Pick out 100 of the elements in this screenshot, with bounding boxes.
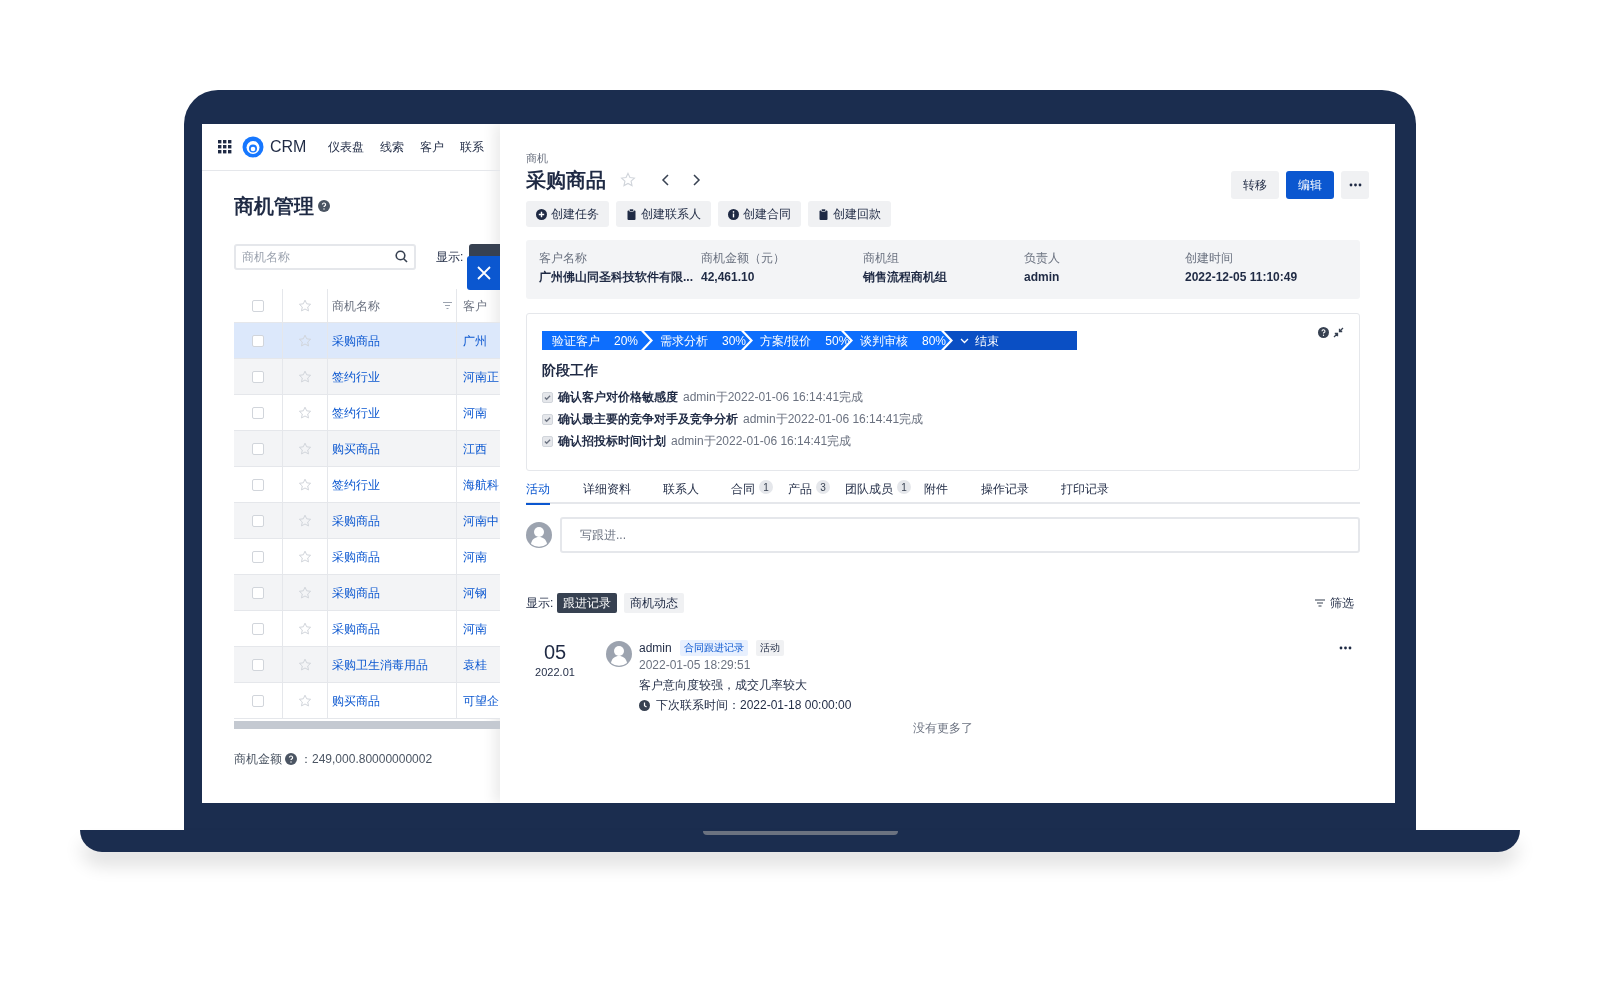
feed-toggle[interactable]: 商机动态 xyxy=(624,593,685,613)
row-checkbox[interactable] xyxy=(252,622,264,635)
more-icon xyxy=(1339,646,1352,650)
row-checkbox[interactable] xyxy=(252,478,264,491)
star-icon[interactable] xyxy=(620,172,636,188)
table-row[interactable]: 采购商品 河钢 xyxy=(234,575,500,611)
opportunity-link[interactable]: 购买商品 xyxy=(332,439,380,458)
check-icon xyxy=(544,393,551,401)
customer-link[interactable]: 可望企 xyxy=(463,691,499,710)
table-row[interactable]: 签约行业 河南正 xyxy=(234,359,500,395)
table-row[interactable]: 采购卫生消毒用品 袁桂 xyxy=(234,647,500,683)
table-row[interactable]: 签约行业 河南 xyxy=(234,395,500,431)
tab[interactable]: 打印记录 xyxy=(1061,480,1141,504)
star-icon[interactable] xyxy=(298,441,312,456)
tab[interactable]: 详细资料 xyxy=(583,480,663,504)
customer-link[interactable]: 广州 xyxy=(463,331,487,350)
opportunity-link[interactable]: 购买商品 xyxy=(332,691,380,710)
tab[interactable]: 产品 3 xyxy=(788,480,845,504)
customer-link[interactable]: 江西 xyxy=(463,439,487,458)
star-icon[interactable] xyxy=(298,405,312,420)
row-checkbox[interactable] xyxy=(252,658,264,671)
row-checkbox[interactable] xyxy=(252,694,264,707)
action-button[interactable]: 创建回款 xyxy=(808,201,891,227)
search-field[interactable]: 商机名称 xyxy=(234,244,416,270)
task-checkbox[interactable] xyxy=(542,435,553,447)
star-icon[interactable] xyxy=(298,333,312,348)
opportunity-link[interactable]: 采购商品 xyxy=(332,511,380,530)
tab[interactable]: 团队成员 1 xyxy=(845,480,924,504)
table-row[interactable]: 采购商品 河南中 xyxy=(234,503,500,539)
tab[interactable]: 活动 xyxy=(526,480,583,504)
more-button[interactable] xyxy=(1339,646,1352,650)
row-checkbox[interactable] xyxy=(252,334,264,347)
transfer-button[interactable]: 转移 xyxy=(1231,171,1279,199)
stage-step[interactable]: 验证客户 20% xyxy=(542,331,650,350)
select-all-checkbox[interactable] xyxy=(252,299,264,312)
table-row[interactable]: 采购商品 河南 xyxy=(234,539,500,575)
row-checkbox[interactable] xyxy=(252,514,264,527)
star-icon[interactable] xyxy=(298,477,312,492)
star-icon[interactable] xyxy=(298,693,312,708)
opportunity-link[interactable]: 签约行业 xyxy=(332,403,380,422)
nav-link[interactable]: 仪表盘 xyxy=(328,138,365,156)
opportunity-link[interactable]: 采购卫生消毒用品 xyxy=(332,655,428,674)
table-row[interactable]: 购买商品 江西 xyxy=(234,431,500,467)
entry-time: 2022-01-05 18:29:51 xyxy=(639,657,752,673)
star-icon[interactable] xyxy=(298,549,312,564)
tab[interactable]: 操作记录 xyxy=(981,480,1061,504)
nav-link[interactable]: 联系 xyxy=(460,138,485,156)
follow-up-input[interactable]: 写跟进... xyxy=(560,517,1360,553)
customer-link[interactable]: 袁桂 xyxy=(463,655,487,674)
opportunity-link[interactable]: 采购商品 xyxy=(332,583,380,602)
field-label: 创建时间 xyxy=(1185,250,1234,267)
horizontal-scrollbar[interactable] xyxy=(234,721,500,729)
filter-button[interactable]: 筛选 xyxy=(1315,594,1354,612)
row-checkbox[interactable] xyxy=(252,550,264,563)
customer-link[interactable]: 河南 xyxy=(463,619,487,638)
nav-link[interactable]: 客户 xyxy=(420,138,445,156)
row-checkbox[interactable] xyxy=(252,406,264,419)
tab[interactable]: 合同 1 xyxy=(731,480,788,504)
task-checkbox[interactable] xyxy=(542,391,553,403)
star-icon[interactable] xyxy=(298,513,312,528)
end-of-list-note: 没有更多了 xyxy=(913,720,973,737)
action-button[interactable]: 创建联系人 xyxy=(616,201,711,227)
tab[interactable]: 附件 xyxy=(924,480,981,504)
close-button[interactable] xyxy=(467,256,500,290)
customer-link[interactable]: 河南 xyxy=(463,547,487,566)
customer-link[interactable]: 河南正 xyxy=(463,367,499,386)
table-row[interactable]: 采购商品 河南 xyxy=(234,611,500,647)
opportunity-link[interactable]: 签约行业 xyxy=(332,367,380,386)
help-icon[interactable] xyxy=(1318,327,1329,338)
edit-button[interactable]: 编辑 xyxy=(1286,171,1334,199)
customer-link[interactable]: 河南 xyxy=(463,403,487,422)
stage-name: 方案/报价 xyxy=(760,332,812,350)
star-icon[interactable] xyxy=(298,585,312,600)
star-icon[interactable] xyxy=(298,657,312,672)
opportunity-link[interactable]: 采购商品 xyxy=(332,331,380,350)
feed-toggle[interactable]: 跟进记录 xyxy=(557,593,618,613)
row-checkbox[interactable] xyxy=(252,586,264,599)
row-checkbox[interactable] xyxy=(252,442,264,455)
stage-step[interactable]: 需求分析 30% xyxy=(644,331,750,350)
star-icon[interactable] xyxy=(298,621,312,636)
customer-link[interactable]: 河南中 xyxy=(463,511,499,530)
total-value: ：249,000.80000000002 xyxy=(300,751,433,768)
user-avatar xyxy=(526,522,552,548)
action-button[interactable]: 创建合同 xyxy=(718,201,801,227)
table-row[interactable]: 签约行业 海航科 xyxy=(234,467,500,503)
opportunity-link[interactable]: 采购商品 xyxy=(332,547,380,566)
check-icon xyxy=(544,415,551,423)
table-row[interactable]: 购买商品 可望企 xyxy=(234,683,500,719)
row-checkbox[interactable] xyxy=(252,370,264,383)
nav-link[interactable]: 线索 xyxy=(380,138,405,156)
customer-link[interactable]: 河钢 xyxy=(463,583,487,602)
star-icon[interactable] xyxy=(298,369,312,384)
table-row[interactable]: 采购商品 广州 xyxy=(234,323,500,359)
customer-link[interactable]: 海航科 xyxy=(463,475,499,494)
action-button[interactable]: 创建任务 xyxy=(526,201,609,227)
opportunity-link[interactable]: 采购商品 xyxy=(332,619,380,638)
task-checkbox[interactable] xyxy=(542,413,553,425)
opportunity-link[interactable]: 签约行业 xyxy=(332,475,380,494)
tab[interactable]: 联系人 xyxy=(663,480,731,504)
collapse-icon[interactable] xyxy=(1333,327,1344,338)
